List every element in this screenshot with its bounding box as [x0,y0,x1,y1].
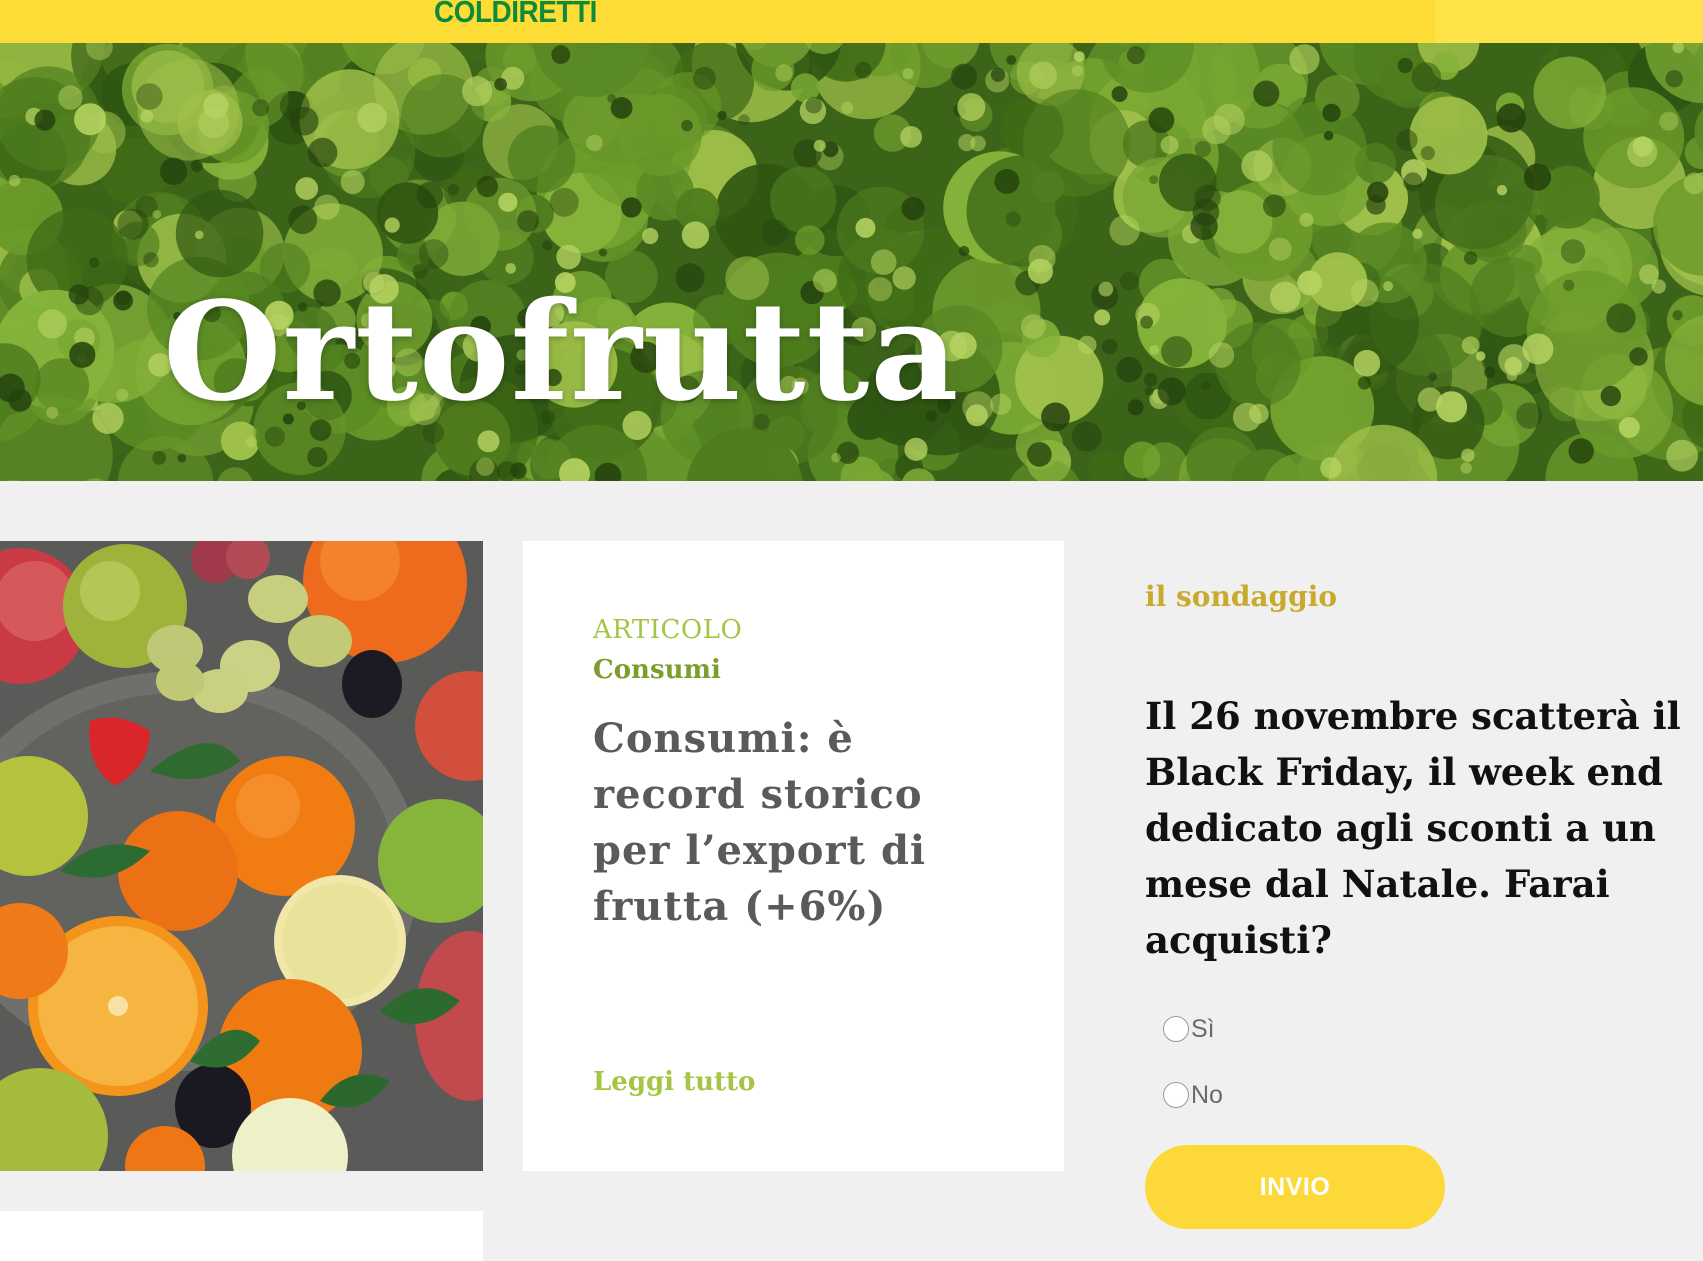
radio-no[interactable] [1163,1082,1189,1108]
article-image[interactable] [0,541,483,1171]
hero-banner: Ortofrutta [0,43,1703,481]
article-card: ARTICOLO Consumi Consumi: è record stori… [523,541,1064,1171]
survey-panel: il sondaggio Il 26 novembre scatterà il … [1145,580,1685,1229]
article-category-link[interactable]: Consumi [593,655,721,685]
radio-yes[interactable] [1163,1016,1189,1042]
coldiretti-logo[interactable]: COLDIRETTI [434,0,597,30]
article-title-link[interactable]: Consumi: è record storico per l’export d… [593,711,1013,935]
read-more-link[interactable]: Leggi tutto [593,1067,755,1097]
survey-option-yes[interactable]: Sì [1163,1014,1215,1044]
survey-label: il sondaggio [1145,580,1338,613]
fruit-photo [0,541,483,1171]
survey-option-no[interactable]: No [1163,1080,1223,1110]
next-card-placeholder [0,1211,483,1261]
page-title: Ortofrutta [163,272,960,433]
article-type-label: ARTICOLO [593,615,743,645]
top-header-bar: COLDIRETTI [0,0,1703,43]
survey-option-label: Sì [1191,1014,1215,1043]
submit-vote-button[interactable]: INVIO [1145,1145,1445,1229]
survey-question: Il 26 novembre scatterà il Black Friday,… [1145,694,1681,962]
header-bar-highlight [1435,0,1703,43]
survey-option-label: No [1191,1080,1223,1109]
